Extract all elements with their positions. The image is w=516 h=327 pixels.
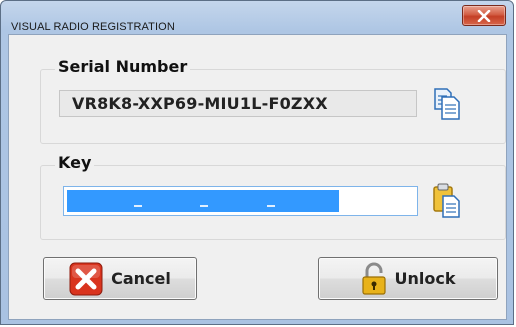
paste-key-button[interactable]	[433, 183, 461, 218]
unlock-button[interactable]: Unlock	[318, 257, 498, 300]
key-label: Key	[55, 153, 95, 172]
unlock-button-label: Unlock	[394, 269, 456, 288]
dialog-body: Serial Number VR8K8-XXP69-MIU1L-F0ZXX Ke…	[8, 34, 507, 320]
cancel-icon	[69, 262, 103, 296]
copy-icon	[434, 88, 460, 120]
window-title: VISUAL RADIO REGISTRATION	[11, 21, 175, 33]
close-button[interactable]	[462, 5, 506, 26]
serial-number-field: VR8K8-XXP69-MIU1L-F0ZXX	[59, 90, 417, 117]
registration-window: VISUAL RADIO REGISTRATION Serial Number …	[0, 0, 514, 325]
title-bar[interactable]: VISUAL RADIO REGISTRATION	[1, 1, 513, 35]
unlock-icon	[361, 262, 387, 296]
cancel-button-label: Cancel	[111, 269, 171, 288]
key-input[interactable]	[63, 186, 418, 216]
paste-icon	[433, 183, 460, 218]
cancel-button[interactable]: Cancel	[43, 257, 197, 300]
key-dash	[200, 205, 208, 207]
key-text-selection	[67, 190, 339, 212]
key-dash	[267, 205, 275, 207]
close-icon	[477, 9, 491, 22]
serial-number-label: Serial Number	[55, 57, 191, 76]
copy-serial-button[interactable]	[433, 87, 461, 120]
key-dash	[134, 205, 142, 207]
